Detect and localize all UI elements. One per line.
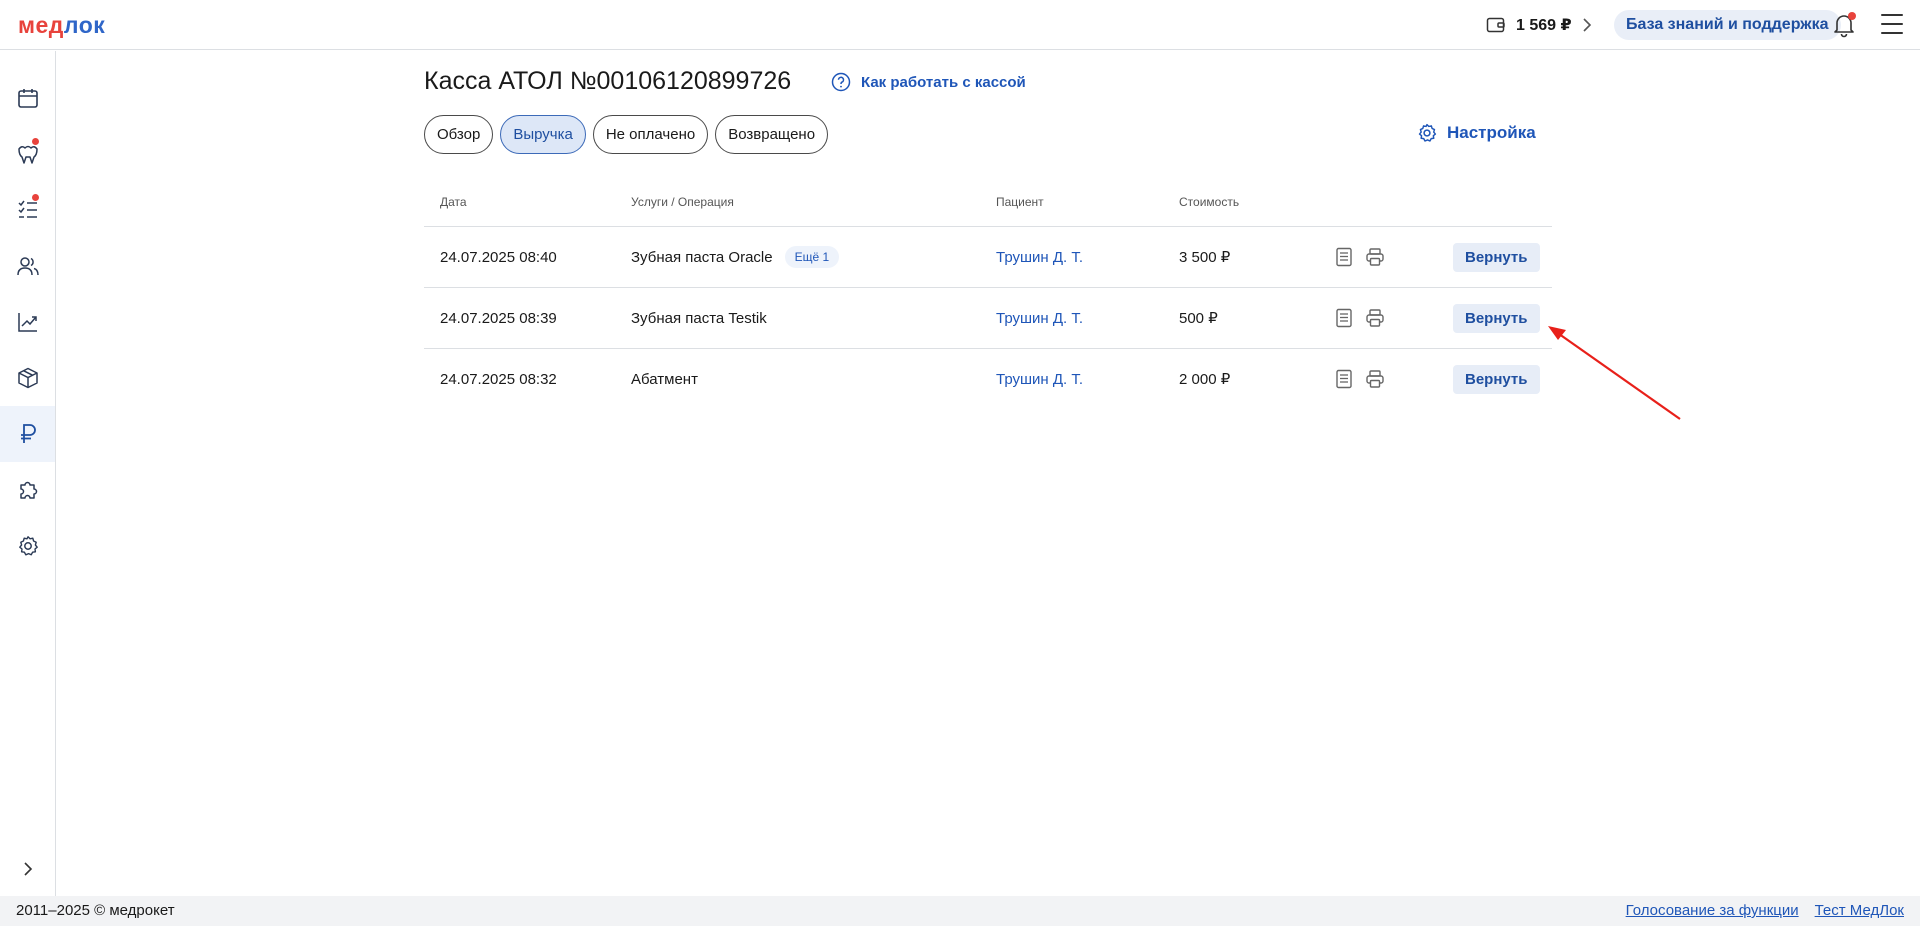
row-cost: 500 ₽ — [1179, 310, 1218, 327]
settings-link-label: Настройка — [1447, 123, 1536, 142]
medlok-logo[interactable]: медлок — [18, 12, 105, 39]
question-circle-icon — [831, 72, 851, 92]
notification-badge — [32, 138, 39, 145]
notifications-button[interactable] — [1831, 12, 1857, 38]
knowledge-base-button[interactable]: База знаний и поддержка — [1614, 10, 1841, 40]
vote-link[interactable]: Голосование за функции — [1626, 902, 1799, 919]
sidebar-item-warehouse[interactable] — [0, 350, 55, 406]
printer-icon[interactable] — [1365, 247, 1385, 267]
sidebar-item-patients[interactable] — [0, 238, 55, 294]
tab-bar: Обзор Выручка Не оплачено Возвращено — [424, 115, 829, 154]
copyright: 2011–2025 © медрокет — [16, 902, 175, 919]
row-date: 24.07.2025 08:32 — [440, 370, 557, 388]
chevron-right-icon — [1582, 18, 1592, 32]
help-link-label: Как работать с кассой — [861, 73, 1026, 91]
row-service: Зубная паста Oracle Ещё 1 — [631, 227, 840, 287]
revenue-table: Дата Услуги / Операция Пациент Стоимость… — [424, 190, 1552, 410]
sidebar-item-calendar[interactable] — [0, 70, 55, 126]
hamburger-icon — [1881, 14, 1903, 16]
balance-amount: 1 569 ₽ — [1516, 17, 1572, 34]
sidebar — [0, 51, 56, 896]
column-header-date[interactable]: Дата — [440, 195, 467, 209]
row-actions — [1335, 227, 1385, 287]
return-button[interactable]: Вернуть — [1453, 303, 1540, 333]
sidebar-expand-button[interactable] — [0, 854, 55, 884]
return-button[interactable]: Вернуть — [1453, 364, 1540, 394]
service-name: Зубная паста Oracle — [631, 248, 773, 266]
checklist-icon — [17, 200, 37, 218]
top-bar: медлок 1 569 ₽ База знаний и поддержка — [0, 0, 1920, 50]
row-actions — [1335, 288, 1385, 348]
calendar-icon — [17, 89, 38, 108]
table-row: 24.07.2025 08:40 Зубная паста Oracle Ещё… — [424, 227, 1552, 288]
annotation-arrow — [1548, 326, 1681, 420]
tab-returned[interactable]: Возвращено — [715, 115, 829, 154]
notification-badge — [1848, 12, 1856, 20]
row-date: 24.07.2025 08:39 — [440, 309, 557, 327]
ruble-icon — [20, 424, 36, 443]
page-title: Касса АТОЛ №00106120899726 — [424, 67, 792, 95]
column-header-service[interactable]: Услуги / Операция — [631, 195, 734, 209]
receipt-icon[interactable] — [1335, 369, 1353, 389]
sidebar-item-analytics[interactable] — [0, 294, 55, 350]
column-header-cost[interactable]: Стоимость — [1179, 195, 1239, 209]
notification-badge — [32, 194, 39, 201]
service-name: Зубная паста Testik — [631, 309, 767, 327]
printer-icon[interactable] — [1365, 369, 1385, 389]
row-cost: 3 500 ₽ — [1179, 249, 1231, 266]
patient-link[interactable]: Трушин Д. Т. — [996, 288, 1083, 348]
patient-link[interactable]: Трушин Д. Т. — [996, 227, 1083, 287]
tab-overview[interactable]: Обзор — [424, 115, 494, 154]
puzzle-icon — [19, 481, 37, 499]
printer-icon[interactable] — [1365, 308, 1385, 328]
gear-icon — [18, 536, 38, 556]
users-icon — [16, 257, 39, 276]
row-actions — [1335, 349, 1385, 409]
sidebar-item-tasks[interactable] — [0, 182, 55, 238]
row-service: Абатмент — [631, 349, 698, 409]
footer: 2011–2025 © медрокет Голосование за функ… — [0, 896, 1920, 926]
more-services-chip[interactable]: Ещё 1 — [784, 246, 840, 268]
table-header: Дата Услуги / Операция Пациент Стоимость — [424, 190, 1552, 227]
settings-link[interactable]: Настройка — [1417, 123, 1536, 143]
patient-link[interactable]: Трушин Д. Т. — [996, 349, 1083, 409]
service-name: Абатмент — [631, 370, 698, 388]
sidebar-item-integrations[interactable] — [0, 462, 55, 518]
table-row: 24.07.2025 08:39 Зубная паста Testik Тру… — [424, 288, 1552, 349]
gear-icon — [1418, 123, 1437, 142]
chevron-right-icon — [23, 862, 32, 876]
return-button[interactable]: Вернуть — [1453, 242, 1540, 272]
sidebar-item-cashbox[interactable] — [0, 406, 55, 462]
row-service: Зубная паста Testik — [631, 288, 767, 348]
tab-unpaid[interactable]: Не оплачено — [592, 115, 709, 154]
sidebar-item-settings[interactable] — [0, 518, 55, 574]
wallet-icon — [1486, 16, 1506, 34]
tab-revenue[interactable]: Выручка — [500, 115, 586, 154]
row-cost: 2 000 ₽ — [1179, 371, 1231, 388]
column-header-patient[interactable]: Пациент — [996, 195, 1044, 209]
receipt-icon[interactable] — [1335, 308, 1353, 328]
box-icon — [17, 367, 38, 389]
receipt-icon[interactable] — [1335, 247, 1353, 267]
help-link[interactable]: Как работать с кассой — [831, 72, 1026, 92]
row-date: 24.07.2025 08:40 — [440, 248, 557, 266]
tooth-icon — [17, 145, 38, 164]
chart-icon — [17, 313, 37, 332]
table-row: 24.07.2025 08:32 Абатмент Трушин Д. Т. 2… — [424, 349, 1552, 410]
test-link[interactable]: Тест МедЛок — [1815, 902, 1904, 919]
balance-widget[interactable]: 1 569 ₽ — [1486, 13, 1592, 37]
sidebar-item-dental[interactable] — [0, 126, 55, 182]
menu-button[interactable] — [1881, 14, 1903, 34]
